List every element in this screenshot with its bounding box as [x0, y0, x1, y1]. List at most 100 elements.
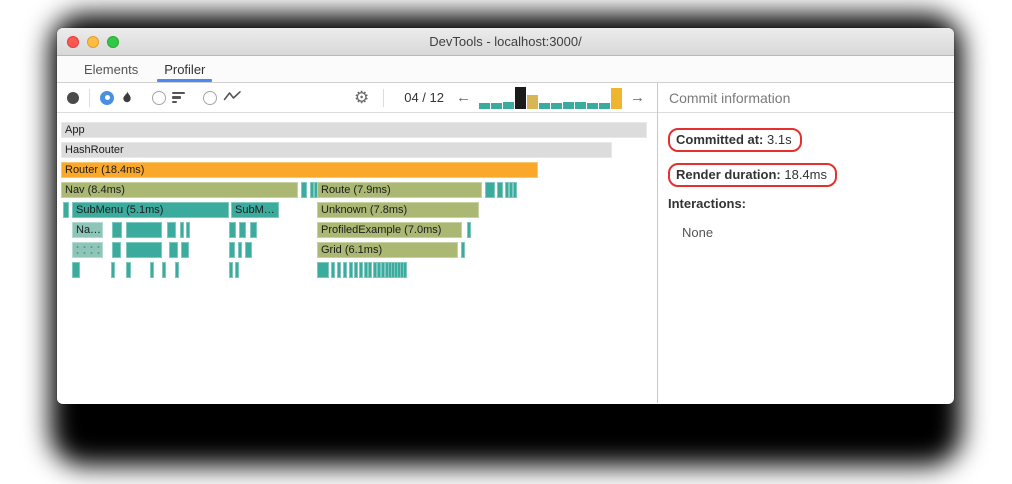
close-button[interactable] — [67, 36, 79, 48]
record-button[interactable] — [67, 91, 79, 104]
view-ranked-option[interactable] — [152, 90, 185, 105]
commit-bar[interactable] — [503, 101, 514, 109]
flame-bar[interactable]: ProfiledExample (7.0ms) — [317, 222, 462, 238]
flame-bar[interactable] — [359, 262, 363, 278]
commit-bar[interactable] — [479, 102, 490, 109]
flame-bar[interactable] — [497, 182, 503, 198]
commit-bar[interactable] — [611, 87, 622, 109]
flame-bar[interactable]: Na… — [72, 222, 103, 238]
flame-bar[interactable]: Grid (6.1ms) — [317, 242, 458, 258]
flame-bar[interactable] — [331, 262, 335, 278]
flame-bar[interactable] — [343, 262, 347, 278]
flame-bar[interactable] — [513, 182, 517, 198]
flame-bar[interactable] — [186, 222, 190, 238]
ranked-radio[interactable] — [152, 90, 166, 105]
flame-bar[interactable] — [180, 222, 184, 238]
flame-bar[interactable]: App — [61, 122, 647, 138]
commit-bar[interactable] — [527, 94, 538, 109]
interactions-label: Interactions: — [668, 196, 747, 211]
flame-bar[interactable]: SubM… — [231, 202, 279, 218]
flame-bar[interactable] — [72, 262, 80, 278]
tab-elements-label: Elements — [84, 61, 139, 77]
flame-bar[interactable] — [485, 182, 495, 198]
flame-bar[interactable] — [354, 262, 358, 278]
traffic-lights — [67, 36, 119, 48]
commit-bar[interactable] — [551, 102, 562, 109]
flame-chart: App HashRouter Router (18.4ms) Nav (8.4ms) R… — [61, 122, 653, 402]
flame-bar[interactable] — [150, 262, 154, 278]
committed-at-value: 3.1s — [767, 132, 792, 147]
annotation-committed-at: Committed at: 3.1s — [668, 128, 802, 152]
flame-bar[interactable] — [112, 222, 122, 238]
gear-icon[interactable]: ⚙ — [354, 89, 369, 106]
commit-bar[interactable] — [575, 101, 586, 109]
interactions-radio[interactable] — [203, 90, 217, 105]
profiler-toolbar: ⚙ 04 / 12 ← → — [57, 83, 657, 113]
flame-bar[interactable]: HashRouter — [61, 142, 612, 158]
flame-bar[interactable] — [111, 262, 115, 278]
flame-bar[interactable] — [162, 262, 166, 278]
prev-commit-arrow-icon[interactable]: ← — [452, 89, 475, 106]
flame-bar[interactable] — [235, 262, 239, 278]
committed-at-label: Committed at: — [676, 132, 764, 147]
toolbar-divider — [89, 88, 90, 107]
render-duration-value: 18.4ms — [784, 167, 827, 182]
flame-bar[interactable] — [126, 262, 131, 278]
commit-info-panel: Commit information Committed at: 3.1s Re… — [657, 83, 954, 403]
flame-bar[interactable] — [238, 242, 242, 258]
flame-bar[interactable] — [368, 262, 372, 278]
profiler-pane: ⚙ 04 / 12 ← → App HashRouter Router (18.4m… — [57, 83, 657, 403]
flame-bar[interactable] — [112, 242, 121, 258]
flame-bar[interactable] — [181, 242, 189, 258]
flame-bar[interactable] — [349, 262, 353, 278]
flame-bar[interactable] — [169, 242, 178, 258]
minimize-button[interactable] — [87, 36, 99, 48]
ranked-bars-icon — [172, 91, 185, 104]
view-flamegraph-option[interactable] — [100, 90, 134, 105]
flame-bar[interactable] — [167, 222, 176, 238]
flame-bar[interactable] — [250, 222, 257, 238]
flame-bar[interactable]: Route (7.9ms) — [317, 182, 482, 198]
commit-bar[interactable] — [539, 102, 550, 109]
flame-bar[interactable] — [126, 222, 162, 238]
flame-bar[interactable]: SubMenu (5.1ms) — [72, 202, 229, 218]
flame-bar[interactable] — [467, 222, 471, 238]
flame-bar[interactable] — [301, 182, 307, 198]
commit-bar[interactable] — [587, 102, 598, 109]
commit-bar[interactable] — [515, 86, 526, 109]
zigzag-line-icon — [223, 89, 242, 107]
tab-bar: Elements Profiler — [57, 56, 954, 83]
commit-selector-chart[interactable] — [479, 86, 622, 109]
commit-bar[interactable] — [599, 102, 610, 109]
flamegraph-radio[interactable] — [100, 90, 114, 105]
flame-bar[interactable] — [229, 222, 236, 238]
main-area: ⚙ 04 / 12 ← → App HashRouter Router (18.4m… — [57, 83, 954, 403]
flame-bar[interactable]: Router (18.4ms) — [61, 162, 538, 178]
flame-bar[interactable] — [72, 242, 103, 258]
commit-bar[interactable] — [563, 101, 574, 109]
flame-bar[interactable] — [239, 222, 246, 238]
flame-bar[interactable] — [317, 262, 329, 278]
zoom-button[interactable] — [107, 36, 119, 48]
panel-body: Committed at: 3.1s Render duration: 18.4… — [658, 113, 954, 247]
flame-bar[interactable] — [229, 242, 235, 258]
flame-bar[interactable] — [175, 262, 179, 278]
commit-index: 04 / 12 — [404, 90, 444, 105]
flame-bar[interactable] — [461, 242, 465, 258]
flame-bar[interactable] — [403, 262, 407, 278]
flame-bar[interactable]: Nav (8.4ms) — [61, 182, 298, 198]
flame-bar[interactable] — [63, 202, 69, 218]
flame-bar[interactable] — [337, 262, 341, 278]
next-commit-arrow-icon[interactable]: → — [626, 89, 649, 106]
interactions-none: None — [682, 225, 714, 240]
view-interactions-option[interactable] — [203, 89, 242, 107]
flame-bar[interactable] — [245, 242, 252, 258]
tab-profiler[interactable]: Profiler — [151, 56, 218, 82]
tab-elements[interactable]: Elements — [71, 56, 151, 82]
flame-bar[interactable] — [126, 242, 162, 258]
title-bar[interactable]: DevTools - localhost:3000/ — [57, 28, 954, 56]
tab-profiler-label: Profiler — [164, 61, 206, 77]
flame-bar[interactable] — [229, 262, 233, 278]
flame-bar[interactable]: Unknown (7.8ms) — [317, 202, 479, 218]
commit-bar[interactable] — [491, 102, 502, 109]
